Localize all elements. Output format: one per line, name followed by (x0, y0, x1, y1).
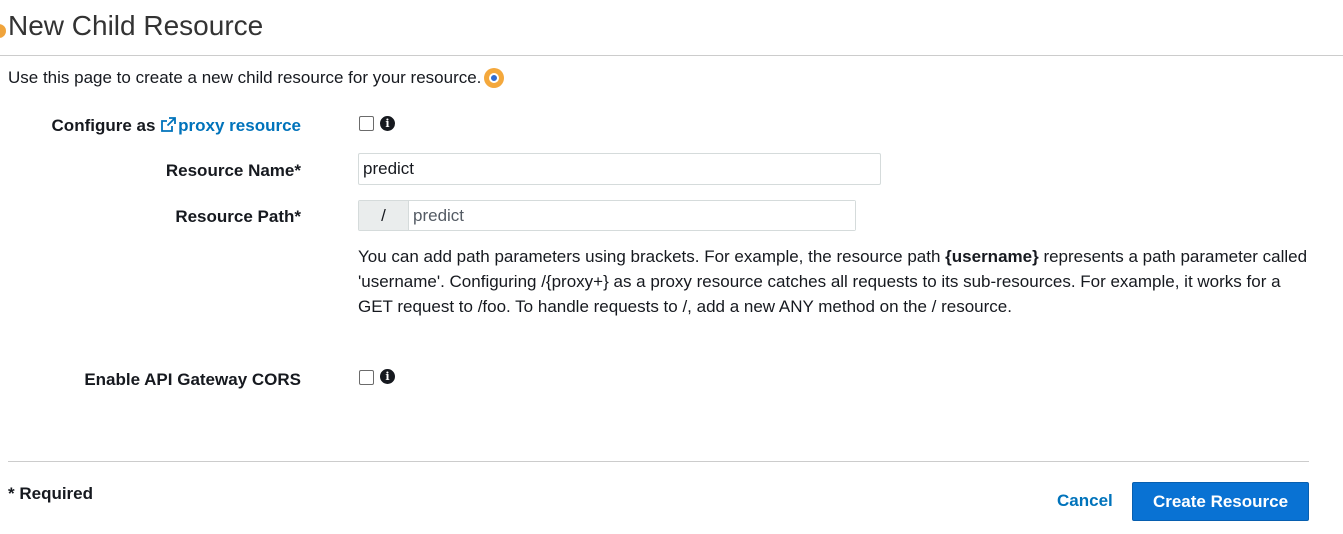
help-part1: You can add path parameters using bracke… (358, 247, 946, 266)
resource-path-field: / (358, 200, 856, 231)
required-note: * Required (8, 484, 94, 503)
footer-divider (8, 461, 1309, 462)
resource-path-prefix: / (359, 201, 409, 230)
cancel-button[interactable]: Cancel (1057, 490, 1113, 512)
external-link-icon (161, 117, 177, 132)
proxy-resource-label: Configure as proxy resource (52, 115, 301, 137)
corner-indicator-icon (0, 24, 6, 38)
cors-checkbox[interactable] (359, 370, 374, 385)
title-divider (0, 55, 1343, 56)
proxy-info-icon[interactable]: i (380, 116, 395, 131)
cors-label: Enable API Gateway CORS (84, 370, 301, 389)
proxy-resource-link-text: proxy resource (178, 116, 301, 135)
path-parameter-help: You can add path parameters using bracke… (358, 244, 1318, 319)
help-emphasis: {username} (945, 247, 1039, 266)
proxy-label-prefix: Configure as (51, 116, 161, 135)
cors-info-icon[interactable]: i (380, 369, 395, 384)
info-dot-icon[interactable] (484, 68, 505, 88)
proxy-resource-link[interactable]: proxy resource (160, 116, 301, 135)
intro-text: Use this page to create a new child reso… (8, 67, 505, 89)
proxy-resource-checkbox[interactable] (359, 116, 374, 131)
resource-name-label: Resource Name* (165, 161, 301, 180)
create-resource-button[interactable]: Create Resource (1132, 482, 1309, 521)
resource-path-label: Resource Path* (175, 207, 301, 226)
page-title: New Child Resource (8, 10, 264, 41)
resource-name-input[interactable] (358, 153, 881, 185)
resource-path-input[interactable] (409, 201, 855, 230)
intro-label: Use this page to create a new child reso… (8, 68, 482, 87)
